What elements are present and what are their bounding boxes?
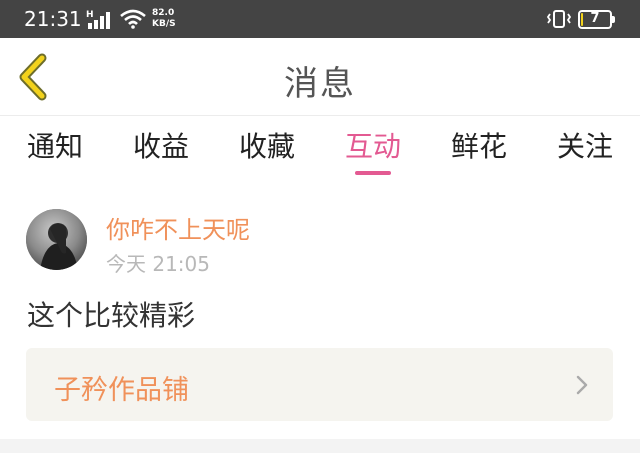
tab-flowers[interactable]: 鲜花 <box>434 125 524 165</box>
tab-following[interactable]: 关注 <box>540 125 630 165</box>
status-time: 21:31 <box>24 7 82 31</box>
avatar-image <box>26 209 87 270</box>
section-divider <box>0 439 640 453</box>
battery-level: 7 <box>590 11 600 26</box>
chevron-right-icon <box>576 375 588 395</box>
referenced-work-card[interactable]: 子矜作品铺 <box>26 348 613 421</box>
vibrate-icon <box>546 10 572 28</box>
message-time: 今天 21:05 <box>106 252 210 276</box>
active-tab-indicator <box>355 171 391 175</box>
tab-bar: 通知 收益 收藏 互动 鲜花 关注 <box>0 117 640 181</box>
network-type-label: H <box>86 10 94 20</box>
signal-bars-icon: H <box>86 10 110 29</box>
message-content: 这个比较精彩 <box>27 299 196 332</box>
username[interactable]: 你咋不上天呢 <box>106 210 250 245</box>
avatar[interactable] <box>26 209 87 270</box>
tab-interaction[interactable]: 互动 <box>328 125 418 165</box>
wifi-icon <box>120 9 146 29</box>
tab-favorites[interactable]: 收藏 <box>222 125 312 165</box>
referenced-work-title: 子矜作品铺 <box>54 375 189 406</box>
page-title: 消息 <box>284 64 356 104</box>
app-header: 消息 <box>0 38 640 116</box>
net-speed-unit: KB/S <box>152 19 176 29</box>
net-speed-value: 82.0 <box>152 8 175 18</box>
tab-earnings[interactable]: 收益 <box>116 125 206 165</box>
net-speed: 82.0 KB/S <box>152 8 176 30</box>
status-bar: 21:31 H 82.0 KB/S 7 <box>0 0 640 38</box>
tab-notifications[interactable]: 通知 <box>10 125 100 165</box>
battery-icon: 7 <box>578 10 615 29</box>
